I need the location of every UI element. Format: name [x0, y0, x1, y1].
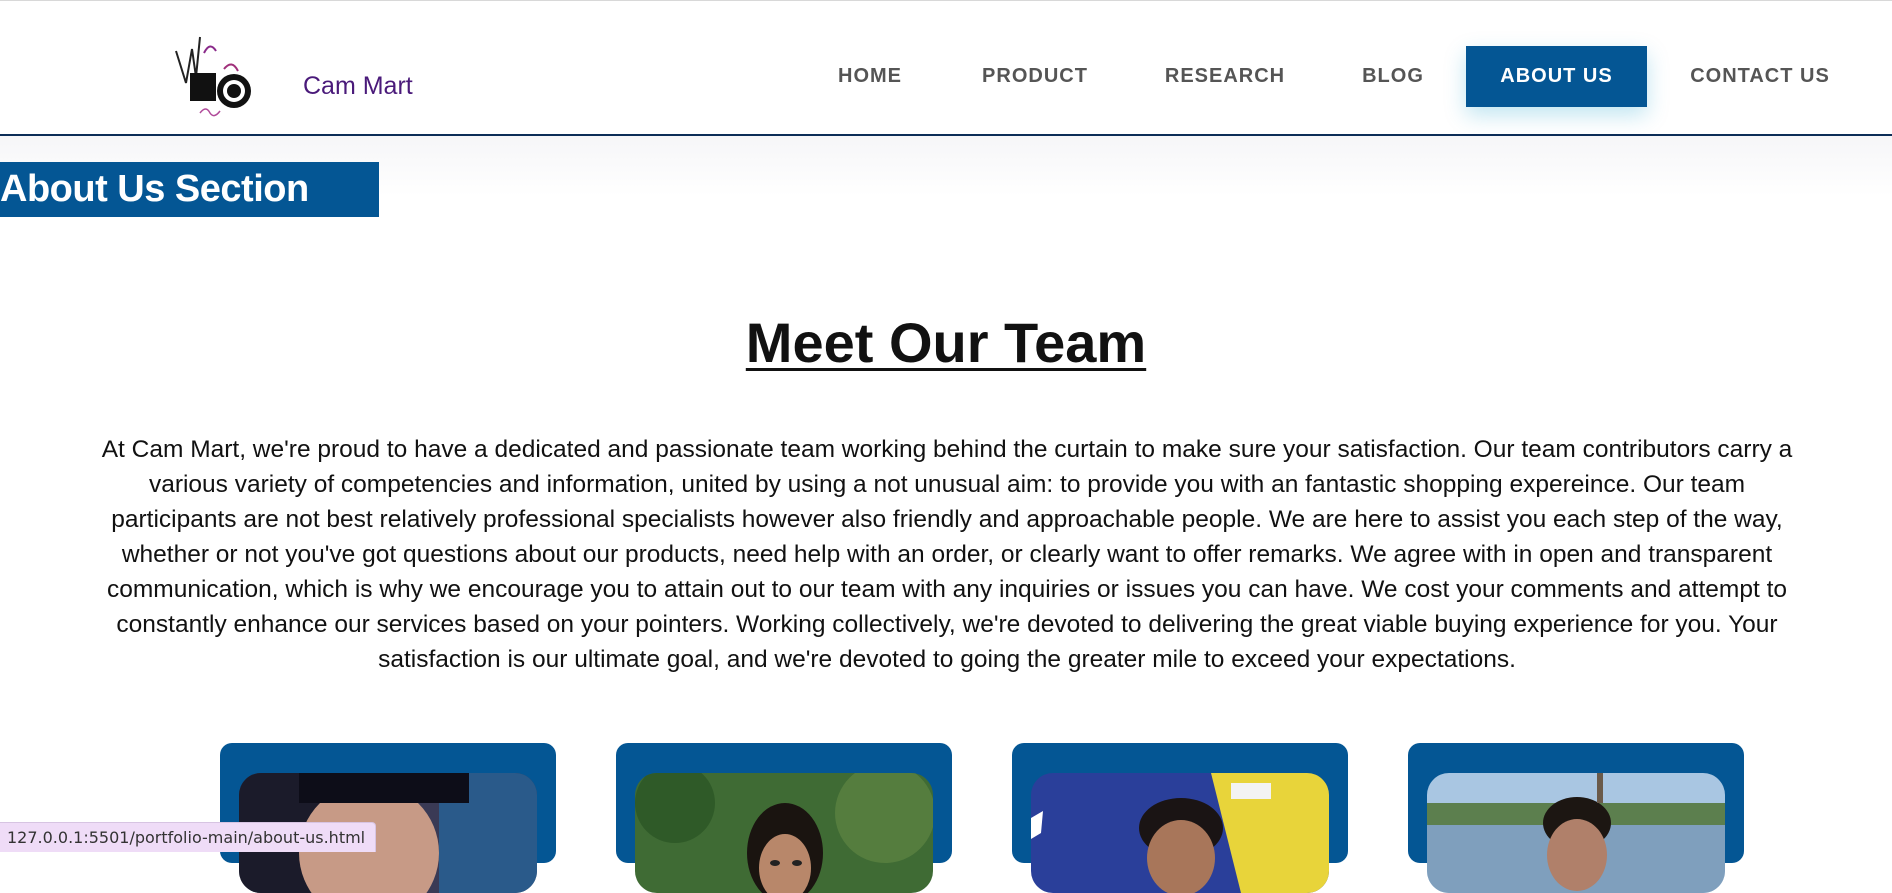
- main-nav: HOME PRODUCT RESEARCH BLOG ABOUT US CONT…: [0, 46, 1892, 107]
- section-label: About Us Section: [0, 162, 379, 217]
- nav-blog[interactable]: BLOG: [1350, 46, 1436, 107]
- team-member-card[interactable]: [1408, 743, 1744, 893]
- team-member-photo: [1427, 773, 1725, 893]
- nav-contact-us[interactable]: CONTACT US: [1680, 46, 1840, 107]
- nav-about-us[interactable]: ABOUT US: [1466, 46, 1647, 107]
- team-member-photo: [1031, 773, 1329, 893]
- member-portrait-image: [1427, 773, 1725, 893]
- nav-home[interactable]: HOME: [820, 46, 920, 107]
- browser-status-bar-url: 127.0.0.1:5501/portfolio-main/about-us.h…: [0, 822, 377, 852]
- nav-research[interactable]: RESEARCH: [1155, 46, 1295, 107]
- member-portrait-image: [1031, 773, 1329, 893]
- team-title: Meet Our Team: [745, 311, 1147, 374]
- nav-product[interactable]: PRODUCT: [970, 46, 1100, 107]
- team-member-card[interactable]: [1012, 743, 1348, 893]
- team-member-photo: [635, 773, 933, 893]
- team-description: At Cam Mart, we're proud to have a dedic…: [101, 436, 1793, 673]
- site-header: Cam Mart HOME PRODUCT RESEARCH BLOG ABOU…: [0, 1, 1892, 136]
- member-portrait-image: [635, 773, 933, 893]
- team-member-card[interactable]: [616, 743, 952, 893]
